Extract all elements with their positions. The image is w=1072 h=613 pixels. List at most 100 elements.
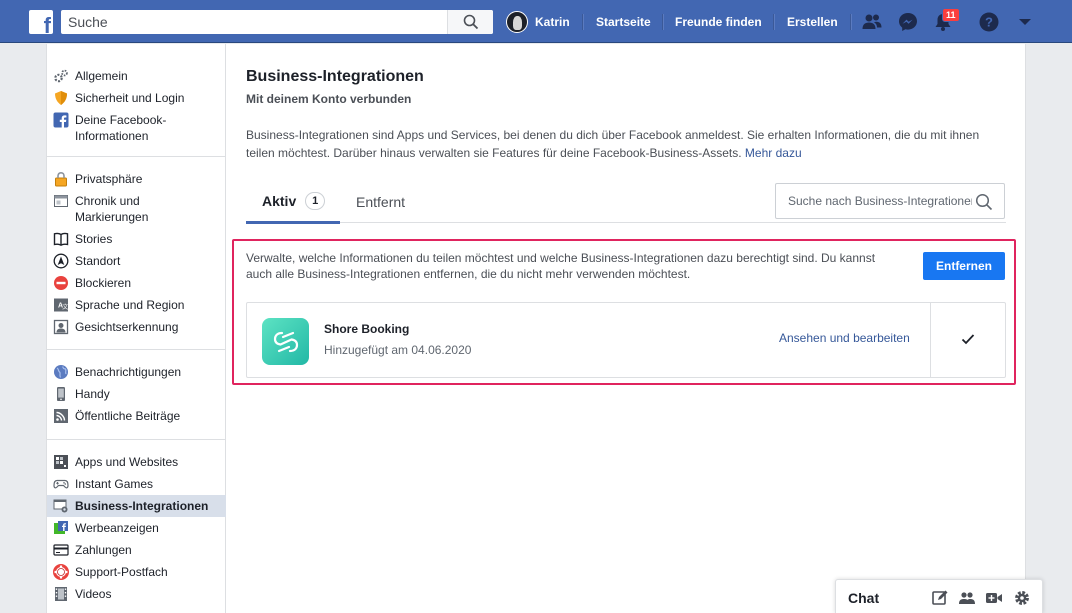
sidebar-divider <box>47 349 226 350</box>
sidebar-group-apps: Apps und Websites Instant Games Business… <box>47 451 226 605</box>
book-icon <box>53 231 69 247</box>
new-message-icon[interactable] <box>931 589 949 607</box>
sidebar-item-ads[interactable]: Werbeanzeigen <box>47 517 226 539</box>
business-icon <box>53 498 69 514</box>
sidebar-item-stories[interactable]: Stories <box>47 228 226 250</box>
nav-find-friends-link[interactable]: Freunde finden <box>675 15 762 29</box>
sidebar-item-face-recognition[interactable]: Gesichtserkennung <box>47 316 226 338</box>
sidebar-item-label: Apps und Websites <box>75 455 179 469</box>
create-group-icon[interactable] <box>958 589 976 607</box>
sidebar-item-label: Deine Facebook-Informationen <box>75 113 167 143</box>
sidebar-group-account: Allgemein Sicherheit und Login Deine Fac… <box>47 65 226 147</box>
sidebar-item-instant-games[interactable]: Instant Games <box>47 473 226 495</box>
sidebar-item-mobile[interactable]: Handy <box>47 383 226 405</box>
sidebar-item-label: Business-Integrationen <box>75 499 209 513</box>
ads-icon <box>53 520 69 536</box>
page-title: Business-Integrationen <box>246 68 424 85</box>
sidebar-item-label: Allgemein <box>75 69 128 83</box>
gears-icon <box>53 68 69 84</box>
sidebar-item-business-integrations[interactable]: Business-Integrationen <box>47 495 226 517</box>
sidebar-item-notifications[interactable]: Benachrichtigungen <box>47 361 226 383</box>
sidebar-item-label: Stories <box>75 232 113 246</box>
sidebar-item-label: Chronik und Markierungen <box>75 194 149 224</box>
sidebar-item-privacy[interactable]: Privatsphäre <box>47 168 226 190</box>
sidebar-group-notifications: Benachrichtigungen Handy Öffentliche Bei… <box>47 361 226 427</box>
svg-text:?: ? <box>985 15 993 30</box>
messenger-icon[interactable] <box>897 11 919 33</box>
learn-more-link[interactable]: Mehr dazu <box>745 146 802 160</box>
timeline-icon <box>53 193 69 209</box>
sidebar-item-blocking[interactable]: Blockieren <box>47 272 226 294</box>
search-icon <box>463 14 479 30</box>
nav-home-link[interactable]: Startseite <box>596 15 651 29</box>
sidebar-item-label: Werbeanzeigen <box>75 521 159 535</box>
search-box <box>61 10 493 34</box>
location-icon <box>53 253 69 269</box>
facebook-icon <box>53 112 69 128</box>
view-edit-link[interactable]: Ansehen und bearbeiten <box>779 331 910 345</box>
sidebar-item-videos[interactable]: Videos <box>47 583 226 605</box>
language-icon: A文 <box>53 297 69 313</box>
help-icon[interactable]: ? <box>978 11 1000 33</box>
sidebar-item-payments[interactable]: Zahlungen <box>47 539 226 561</box>
remove-button[interactable]: Entfernen <box>923 252 1005 280</box>
video-call-icon[interactable] <box>985 589 1003 607</box>
apps-icon <box>53 454 69 470</box>
tab-label: Entfernt <box>356 194 406 210</box>
globe-icon <box>53 364 69 380</box>
sidebar-item-facebook-information[interactable]: Deine Facebook-Informationen <box>47 109 226 147</box>
lock-icon <box>53 171 69 187</box>
search-icon[interactable] <box>975 193 993 211</box>
checkmark-icon <box>961 334 975 345</box>
search-input[interactable] <box>61 10 451 34</box>
sidebar-item-timeline-tagging[interactable]: Chronik und Markierungen <box>47 190 226 228</box>
integration-search-input[interactable] <box>776 184 972 218</box>
sidebar-divider <box>47 439 226 440</box>
phone-icon <box>53 386 69 402</box>
sidebar-item-public-posts[interactable]: Öffentliche Beiträge <box>47 405 226 427</box>
integration-tabs: Aktiv 1 Entfernt <box>246 181 1006 224</box>
tab-label: Aktiv <box>262 193 297 209</box>
sidebar-item-label: Videos <box>75 587 112 601</box>
account-menu-chevron-down-icon[interactable] <box>1014 11 1036 33</box>
app-name: Shore Booking <box>324 322 410 336</box>
tab-removed[interactable]: Entfernt <box>356 181 405 223</box>
sidebar-item-label: Benachrichtigungen <box>75 365 182 379</box>
rss-icon <box>53 408 69 424</box>
friend-requests-icon[interactable] <box>861 11 883 33</box>
sidebar-item-security[interactable]: Sicherheit und Login <box>47 87 226 109</box>
profile-link[interactable]: Katrin <box>506 10 570 34</box>
block-icon <box>53 275 69 291</box>
select-checkbox[interactable] <box>930 303 1006 377</box>
card-icon <box>53 542 69 558</box>
chat-bar[interactable]: Chat <box>835 579 1043 613</box>
sidebar-item-label: Privatsphäre <box>75 172 143 186</box>
film-icon <box>53 586 69 602</box>
sidebar-item-label: Blockieren <box>75 276 132 290</box>
user-name: Katrin <box>535 15 570 29</box>
chat-label: Chat <box>848 590 880 606</box>
sidebar-item-apps-websites[interactable]: Apps und Websites <box>47 451 226 473</box>
sidebar-item-location[interactable]: Standort <box>47 250 226 272</box>
sidebar-item-support-inbox[interactable]: Support-Postfach <box>47 561 226 583</box>
nav-divider <box>773 14 774 30</box>
tab-active[interactable]: Aktiv 1 <box>246 181 340 224</box>
facebook-logo-icon[interactable]: f <box>29 10 53 34</box>
page-description: Business-Integrationen sind Apps und Ser… <box>246 126 1006 162</box>
nav-create-link[interactable]: Erstellen <box>787 15 838 29</box>
integration-search-box <box>775 183 1005 219</box>
sidebar-item-label: Sicherheit und Login <box>75 91 185 105</box>
nav-divider <box>582 14 583 30</box>
settings-sidebar: Allgemein Sicherheit und Login Deine Fac… <box>47 44 226 613</box>
svg-text:文: 文 <box>62 303 68 311</box>
avatar <box>506 11 528 33</box>
nav-divider <box>662 14 663 30</box>
sidebar-item-label: Instant Games <box>75 477 154 491</box>
search-button[interactable] <box>447 10 493 34</box>
sidebar-group-privacy: Privatsphäre Chronik und Markierungen St… <box>47 168 226 338</box>
chat-settings-gear-icon[interactable] <box>1013 589 1031 607</box>
app-added-date: Hinzugefügt am 04.06.2020 <box>324 343 472 357</box>
sidebar-item-general[interactable]: Allgemein <box>47 65 226 87</box>
nav-divider <box>850 14 851 30</box>
sidebar-item-language-region[interactable]: A文 Sprache und Region <box>47 294 226 316</box>
